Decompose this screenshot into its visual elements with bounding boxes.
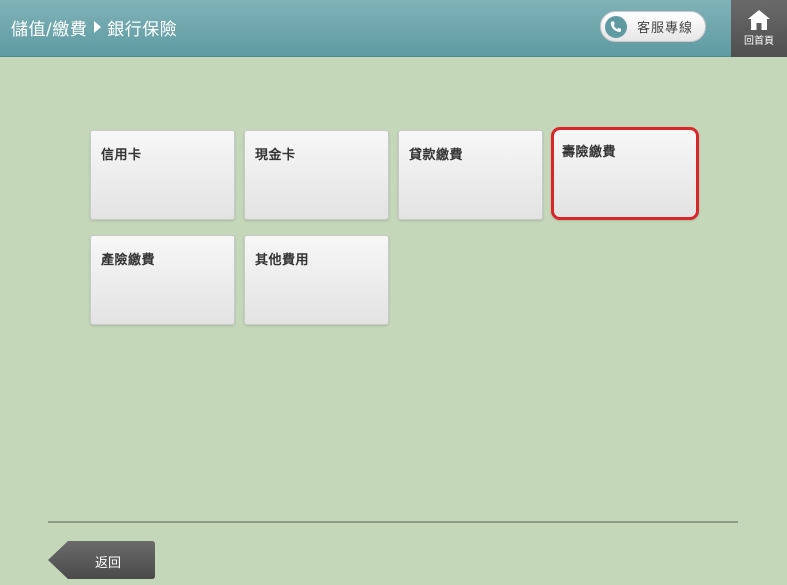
- footer-divider: [48, 521, 738, 523]
- customer-service-label: 客服專線: [637, 21, 694, 36]
- home-label: 回首頁: [744, 36, 774, 47]
- tile-cash-card[interactable]: 現金卡: [244, 130, 389, 220]
- tile-property-insurance-payment[interactable]: 產險繳費: [90, 235, 235, 325]
- phone-icon: [605, 15, 627, 38]
- back-label: 返回: [95, 556, 122, 571]
- breadcrumb-level-1[interactable]: 儲值/繳費: [11, 15, 87, 40]
- home-icon: [748, 10, 770, 30]
- back-button[interactable]: 返回: [48, 541, 155, 579]
- breadcrumb-level-2: 銀行保險: [107, 19, 178, 40]
- tile-label: 產險繳費: [101, 253, 156, 268]
- tile-label: 信用卡: [101, 148, 142, 163]
- tile-label: 現金卡: [255, 148, 296, 163]
- tile-label: 貸款繳費: [409, 148, 464, 163]
- tile-label: 壽險繳費: [562, 145, 617, 160]
- breadcrumb-arrow-icon: [94, 21, 102, 33]
- tile-credit-card[interactable]: 信用卡: [90, 130, 235, 220]
- home-button[interactable]: 回首頁: [731, 0, 787, 57]
- tile-label: 其他費用: [255, 253, 310, 268]
- customer-service-button[interactable]: 客服專線: [600, 11, 706, 42]
- tile-life-insurance-payment[interactable]: 壽險繳費: [551, 127, 699, 220]
- tile-other-fees[interactable]: 其他費用: [244, 235, 389, 325]
- breadcrumb: 儲值/繳費 銀行保險: [11, 14, 177, 40]
- top-bar: 儲值/繳費 銀行保險 客服專線 回首頁: [0, 0, 787, 57]
- tile-loan-payment[interactable]: 貸款繳費: [398, 130, 543, 220]
